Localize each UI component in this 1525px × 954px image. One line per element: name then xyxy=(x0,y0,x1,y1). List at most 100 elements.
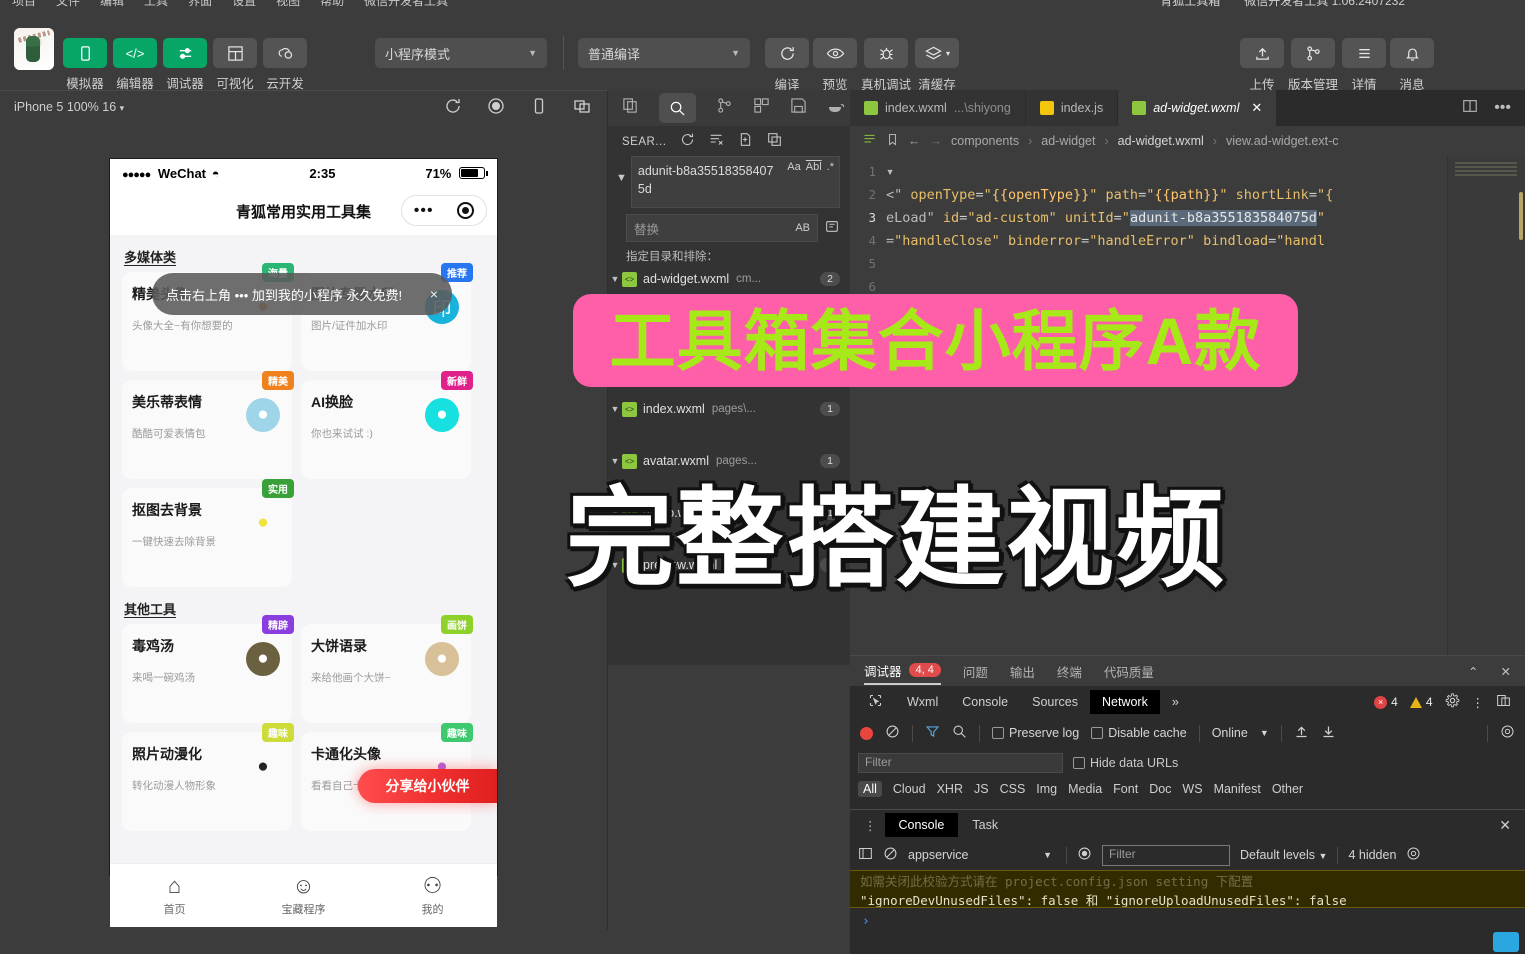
tool-card[interactable]: 实用抠图去背景一键快速去除背景● xyxy=(122,488,292,587)
network-type-xhr[interactable]: XHR xyxy=(937,782,963,796)
menu-item-3[interactable]: 工具 xyxy=(144,0,168,9)
console-hidden-count[interactable]: 4 hidden xyxy=(1348,848,1396,862)
close-icon[interactable]: ✕ xyxy=(1251,100,1262,116)
toolbar-button-云开发[interactable]: 云开发 xyxy=(263,38,307,92)
menu-item-4[interactable]: 界面 xyxy=(188,0,212,9)
export-har-icon[interactable] xyxy=(1321,724,1336,742)
whole-word-icon[interactable]: Abl xyxy=(806,161,822,173)
menu-item-5[interactable]: 设置 xyxy=(232,0,256,9)
editor-tab-index.wxml[interactable]: index.wxml...\shiyong xyxy=(850,90,1026,126)
tabbar-item-首页[interactable]: ⌂首页 xyxy=(110,864,239,927)
tabbar-item-我的[interactable]: ⚇我的 xyxy=(368,864,497,927)
split-editor-icon[interactable] xyxy=(1462,98,1478,119)
menu-item-8[interactable]: 微信开发者工具 xyxy=(364,0,448,9)
devtools-tab-console[interactable]: Console xyxy=(950,690,1020,714)
breadcrumb-item-0[interactable]: components xyxy=(951,134,1019,148)
more-icon[interactable]: ••• xyxy=(414,202,434,220)
chevron-down-icon[interactable]: ▼ xyxy=(612,156,631,184)
inspect-icon[interactable] xyxy=(856,688,895,716)
tool-card[interactable]: 画饼大饼语录来给他画个大饼~● xyxy=(301,624,471,723)
breadcrumb-item-1[interactable]: ad-widget xyxy=(1041,134,1095,148)
settings-icon[interactable] xyxy=(1445,693,1460,711)
tool-card[interactable]: 趣味照片动漫化转化动漫人物形象● xyxy=(122,732,292,831)
refresh-icon[interactable] xyxy=(680,132,695,152)
mode-select-wrap[interactable]: 小程序模式 ▼ xyxy=(375,38,547,68)
resize-handle[interactable] xyxy=(1493,932,1519,952)
toolbar-button-详情[interactable]: 详情 xyxy=(1342,38,1386,93)
compile-select-wrap[interactable]: 普通编译 ▼ xyxy=(578,38,750,68)
new-file-icon[interactable] xyxy=(738,132,753,152)
chevron-down-icon[interactable]: ▼ xyxy=(608,456,622,466)
dock-icon[interactable] xyxy=(1496,693,1511,711)
more-icon[interactable]: ••• xyxy=(1494,99,1511,117)
search-icon[interactable] xyxy=(952,724,967,742)
wechat-capsule[interactable]: ••• xyxy=(401,195,487,226)
kebab-icon[interactable]: ⋮ xyxy=(1472,695,1485,710)
error-count[interactable]: ×4 xyxy=(1374,695,1398,709)
clear-icon[interactable] xyxy=(885,724,900,742)
network-type-ws[interactable]: WS xyxy=(1182,782,1202,796)
panel-tab-调试器[interactable]: 调试器4, 4 xyxy=(864,657,941,685)
tool-card[interactable]: 精美美乐蒂表情酷酷可爱表情包● xyxy=(122,380,292,479)
console-drawer-tab-task[interactable]: Task xyxy=(958,813,1012,837)
devtools-tab-network[interactable]: Network xyxy=(1090,690,1160,714)
mode-select[interactable]: 小程序模式 ▼ xyxy=(375,38,547,68)
overflow-icon[interactable]: » xyxy=(1160,690,1191,714)
minimap[interactable] xyxy=(1447,156,1525,665)
clear-results-icon[interactable] xyxy=(709,132,724,152)
menu-item-0[interactable]: 项目 xyxy=(12,0,36,9)
toolbar-button-版本管理[interactable]: 版本管理 xyxy=(1288,38,1338,93)
tabbar-item-宝藏程序[interactable]: ☺宝藏程序 xyxy=(239,864,368,927)
result-file-row[interactable]: ▼<>avatar.wxmlpages...1 xyxy=(608,448,850,474)
network-type-manifest[interactable]: Manifest xyxy=(1214,782,1261,796)
replace-input[interactable]: 替换 AB xyxy=(626,214,818,242)
console-prompt[interactable]: › xyxy=(850,908,1525,935)
forward-icon[interactable]: → xyxy=(930,134,943,148)
preserve-log-checkbox[interactable]: Preserve log xyxy=(992,726,1079,740)
clear-console-icon[interactable] xyxy=(883,846,898,864)
match-case-icon[interactable]: Aa xyxy=(787,161,800,173)
compile-select[interactable]: 普通编译 ▼ xyxy=(578,38,750,68)
back-icon[interactable]: ← xyxy=(908,134,921,148)
multi-window-icon[interactable] xyxy=(573,97,591,120)
source-control-icon[interactable] xyxy=(716,97,733,119)
kebab-icon[interactable]: ⋮ xyxy=(856,818,885,833)
toolbar-button-调试器[interactable]: 调试器 xyxy=(163,38,207,92)
devtools-tab-sources[interactable]: Sources xyxy=(1020,690,1090,714)
network-filter-input[interactable]: Filter xyxy=(858,753,1063,773)
toolbar-button-编辑器[interactable]: </>编辑器 xyxy=(113,38,157,92)
panel-tab-问题[interactable]: 问题 xyxy=(963,662,988,681)
collapse-icon[interactable] xyxy=(767,132,782,152)
disable-cache-checkbox[interactable]: Disable cache xyxy=(1091,726,1187,740)
menu-item-7[interactable]: 帮助 xyxy=(320,0,344,9)
devtools-tab-wxml[interactable]: Wxml xyxy=(895,690,950,714)
record-icon[interactable] xyxy=(860,727,873,740)
console-levels-select[interactable]: Default levels ▼ xyxy=(1240,848,1327,862)
network-type-cloud[interactable]: Cloud xyxy=(893,782,926,796)
menu-item-1[interactable]: 文件 xyxy=(56,0,80,9)
refresh-icon[interactable] xyxy=(444,97,462,120)
bookmark-icon[interactable] xyxy=(886,133,899,149)
close-icon[interactable]: ✕ xyxy=(1499,817,1519,834)
import-har-icon[interactable] xyxy=(1294,724,1309,742)
live-expression-icon[interactable] xyxy=(1077,846,1092,864)
rotate-icon[interactable] xyxy=(530,97,548,120)
filter-icon[interactable] xyxy=(925,724,940,742)
console-drawer-tab-console[interactable]: Console xyxy=(885,813,959,837)
settings-icon[interactable] xyxy=(1406,846,1421,864)
console-filter-input[interactable]: Filter xyxy=(1102,845,1230,866)
network-type-doc[interactable]: Doc xyxy=(1149,782,1171,796)
network-type-other[interactable]: Other xyxy=(1272,782,1303,796)
tool-card[interactable]: 新鲜AI换脸你也来试试 :)● xyxy=(301,380,471,479)
breadcrumb-item-2[interactable]: ad-widget.wxml xyxy=(1118,134,1204,148)
save-icon[interactable] xyxy=(790,97,807,119)
network-type-media[interactable]: Media xyxy=(1068,782,1102,796)
outline-icon[interactable] xyxy=(862,132,877,150)
toolbar-button-预览[interactable]: 预览 xyxy=(813,38,857,93)
result-file-row[interactable]: ▼<>index.wxmlpages\...1 xyxy=(608,396,850,422)
toolbar-button-模拟器[interactable]: 模拟器 xyxy=(63,38,107,92)
console-context-select[interactable]: appservice ▼ xyxy=(908,848,1056,862)
toolbar-button-消息[interactable]: 消息 xyxy=(1390,38,1434,93)
extensions-icon[interactable] xyxy=(753,97,770,119)
network-type-img[interactable]: Img xyxy=(1036,782,1057,796)
